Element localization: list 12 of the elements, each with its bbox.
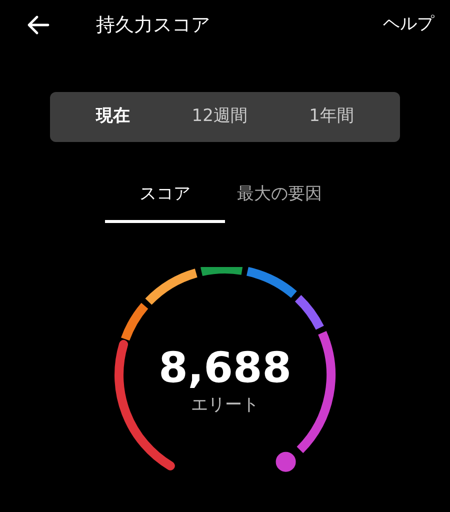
score-value: 8,688 bbox=[158, 346, 292, 388]
period-tab[interactable]: 現在 bbox=[90, 100, 136, 134]
back-arrow-icon bbox=[26, 15, 50, 35]
view-tab[interactable]: 最大の要因 bbox=[237, 174, 322, 222]
period-tab[interactable]: 1年間 bbox=[303, 100, 360, 134]
help-link[interactable]: ヘルプ bbox=[383, 12, 434, 38]
page-title: 持久力スコア bbox=[96, 12, 210, 38]
score-category: エリート bbox=[191, 394, 259, 416]
gauge-marker bbox=[274, 449, 298, 474]
view-tab[interactable]: スコア bbox=[105, 174, 225, 222]
back-button[interactable] bbox=[26, 15, 50, 35]
period-tab[interactable]: 12週間 bbox=[186, 100, 254, 134]
